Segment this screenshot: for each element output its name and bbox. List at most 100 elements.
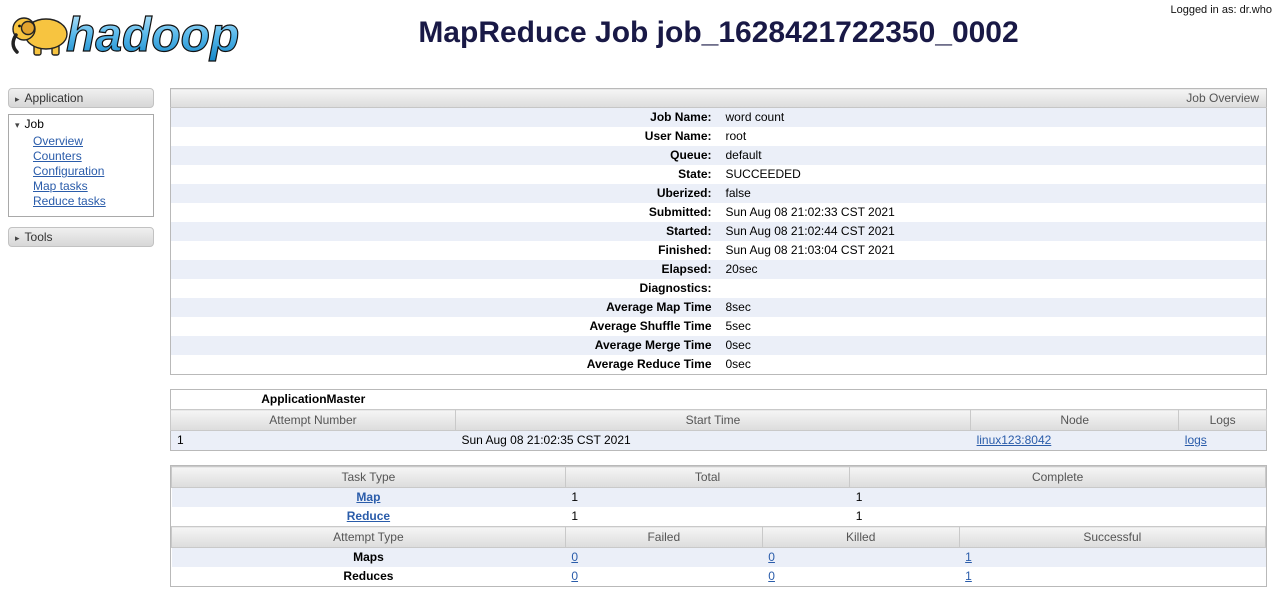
map-total: 1	[571, 490, 579, 504]
table-row: 1 Sun Aug 08 21:02:35 CST 2021 linux123:…	[170, 430, 1267, 451]
info-value	[719, 279, 1267, 298]
info-label: Job Name:	[650, 110, 712, 124]
sidebar-section-tools[interactable]: ▸ Tools	[8, 227, 154, 247]
info-label: Uberized:	[656, 186, 712, 200]
job-nav-links: Overview Counters Configuration Map task…	[9, 134, 153, 209]
table-row: Task Type Total Complete	[171, 466, 1266, 488]
col-header-node: Node	[970, 409, 1180, 431]
col-header-failed: Failed	[564, 526, 763, 548]
info-value: Sun Aug 08 21:02:33 CST 2021	[725, 205, 895, 219]
maps-killed-link[interactable]: 0	[768, 550, 775, 564]
tasks-block: Task Type Total Complete Map 1 1 Reduce …	[170, 465, 1267, 587]
info-value: 0sec	[725, 338, 751, 352]
col-header-complete: Complete	[849, 466, 1266, 488]
col-header-task-type: Task Type	[171, 466, 566, 488]
chevron-right-icon: ▸	[15, 94, 20, 104]
info-value: root	[725, 129, 747, 143]
info-value: SUCCEEDED	[725, 167, 801, 181]
info-value: word count	[725, 110, 785, 124]
col-header-attempt-type: Attempt Type	[171, 526, 566, 548]
col-header-attempt-number: Attempt Number	[170, 409, 456, 431]
page-title: MapReduce Job job_1628421722350_0002	[418, 16, 1019, 49]
reduce-tasks-link[interactable]: Reduce	[347, 509, 390, 523]
am-logs-link[interactable]: logs	[1185, 433, 1207, 447]
job-overview-caption: Job Overview	[170, 88, 1267, 108]
sidebar-item-reduce-tasks[interactable]: Reduce tasks	[33, 194, 106, 208]
table-row: Diagnostics:	[171, 279, 1267, 298]
table-row: Elapsed: 20sec	[170, 260, 1267, 279]
info-label: Submitted:	[648, 205, 712, 219]
table-row: Attempt Type Failed Killed Successful	[171, 526, 1267, 548]
reduces-attempt-label: Reduces	[343, 569, 394, 583]
sidebar-item-map-tasks[interactable]: Map tasks	[33, 179, 88, 193]
maps-failed-link[interactable]: 0	[571, 550, 578, 564]
table-row: Average Map Time 8sec	[170, 298, 1267, 317]
info-value: Sun Aug 08 21:02:44 CST 2021	[725, 224, 895, 238]
info-value: false	[725, 186, 751, 200]
sidebar-section-job-box: ▾ Job Overview Counters Configuration Map…	[8, 114, 154, 217]
table-row: User Name: root	[171, 127, 1267, 146]
col-header-killed: Killed	[761, 526, 960, 548]
sidebar-section-application[interactable]: ▸ Application	[8, 88, 154, 108]
table-row: Map 1 1	[171, 487, 1266, 507]
col-header-start-time: Start Time	[454, 409, 972, 431]
info-label: Queue:	[670, 148, 712, 162]
sidebar-nav: ▸ Application ▾ Job Overview Counters Conf…	[8, 88, 154, 253]
table-row: Uberized: false	[170, 184, 1267, 203]
maps-successful-link[interactable]: 1	[965, 550, 972, 564]
sidebar-item-overview[interactable]: Overview	[33, 134, 83, 148]
table-row: Average Shuffle Time 5sec	[171, 317, 1267, 336]
list-item: Overview	[33, 134, 153, 149]
sidebar-section-job[interactable]: ▾ Job	[9, 115, 153, 133]
info-label: Average Merge Time	[594, 338, 712, 352]
table-row: Reduces 0 0 1	[172, 567, 1266, 586]
table-row: Average Merge Time 0sec	[170, 336, 1267, 355]
list-item: Reduce tasks	[33, 194, 153, 209]
table-row: Submitted: Sun Aug 08 21:02:33 CST 2021	[171, 203, 1267, 222]
col-header-logs: Logs	[1178, 409, 1267, 431]
maps-attempt-label: Maps	[353, 550, 384, 564]
table-row: ApplicationMaster	[171, 390, 1267, 410]
list-item: Map tasks	[33, 179, 153, 194]
col-header-successful: Successful	[958, 526, 1267, 548]
table-row: Average Reduce Time 0sec	[171, 355, 1267, 375]
info-label: Average Shuffle Time	[589, 319, 712, 333]
table-row: Started: Sun Aug 08 21:02:44 CST 2021	[170, 222, 1267, 241]
reduce-complete: 1	[855, 509, 863, 523]
main-content: Job Overview Job Name: word count User Na…	[170, 88, 1267, 593]
sidebar-section-tools-label: Tools	[24, 230, 53, 244]
sidebar-section-application-label: Application	[24, 91, 84, 105]
sidebar-item-counters[interactable]: Counters	[33, 149, 82, 163]
application-master-table: ApplicationMaster Attempt Number Start T…	[170, 389, 1267, 451]
table-row: Maps 0 0 1	[171, 547, 1266, 567]
table-row: Job Name: word count	[170, 107, 1267, 127]
reduces-failed-link[interactable]: 0	[571, 569, 578, 583]
table-row: State: SUCCEEDED	[171, 165, 1267, 184]
info-label: Elapsed:	[661, 262, 712, 276]
reduce-total: 1	[571, 509, 579, 523]
application-master-title: ApplicationMaster	[261, 392, 366, 406]
reduces-successful-link[interactable]: 1	[965, 569, 972, 583]
col-header-total: Total	[564, 466, 851, 488]
table-row: Attempt Number Start Time Node Logs	[170, 409, 1267, 431]
sidebar-section-job-label: Job	[24, 117, 44, 131]
info-label: State:	[678, 167, 712, 181]
info-value: 5sec	[725, 319, 751, 333]
table-row: Queue: default	[170, 146, 1267, 165]
map-complete: 1	[855, 490, 863, 504]
list-item: Configuration	[33, 164, 153, 179]
am-node-link[interactable]: linux123:8042	[977, 433, 1052, 447]
hadoop-elephant-icon	[11, 17, 68, 56]
chevron-right-icon: ▸	[15, 233, 20, 243]
sidebar-item-configuration[interactable]: Configuration	[33, 164, 104, 178]
info-label: Finished:	[658, 243, 712, 257]
chevron-down-icon: ▾	[15, 120, 20, 130]
reduces-killed-link[interactable]: 0	[768, 569, 775, 583]
task-summary-table: Task Type Total Complete Map 1 1 Reduce …	[171, 466, 1266, 526]
info-value: 0sec	[725, 357, 751, 371]
table-row: Finished: Sun Aug 08 21:03:04 CST 2021	[171, 241, 1267, 260]
info-label: Diagnostics:	[639, 281, 712, 295]
map-tasks-link[interactable]: Map	[356, 490, 380, 504]
attempt-summary-table: Attempt Type Failed Killed Successful Ma…	[171, 526, 1267, 586]
info-value: 8sec	[725, 300, 751, 314]
